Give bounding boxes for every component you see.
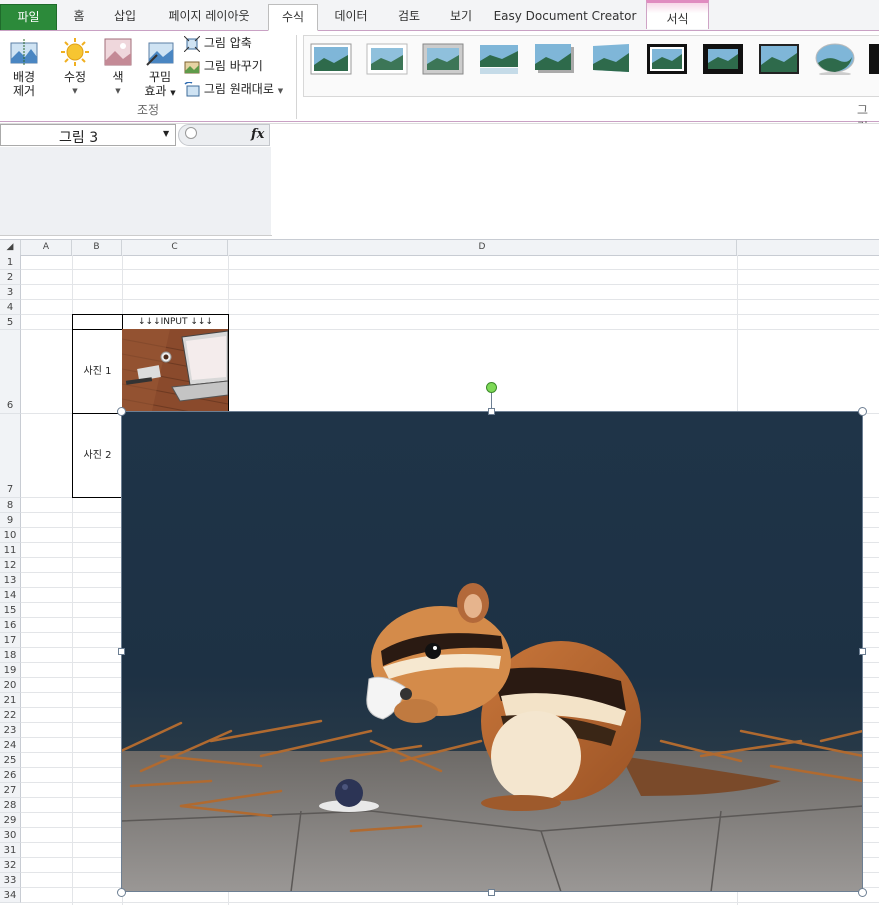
resize-handle-left[interactable] <box>118 648 125 655</box>
tab-insert[interactable]: 삽입 <box>104 4 146 29</box>
reset-picture-button[interactable]: 그림 원래대로 ▼ <box>184 79 283 99</box>
ribbon-tab-bar: 파일 홈 삽입 페이지 레이아웃 수식 데이터 검토 보기 Easy Docum… <box>0 0 879 31</box>
column-header-c[interactable]: C <box>122 240 228 255</box>
chevron-down-icon[interactable]: ▼ <box>163 129 169 138</box>
picture-style-perspective[interactable] <box>590 43 632 75</box>
column-header-a[interactable]: A <box>21 240 72 255</box>
picture-selection-frame <box>121 411 863 892</box>
picture-style-beveled[interactable] <box>422 43 464 75</box>
column-header-d[interactable]: D <box>228 240 737 255</box>
tab-formulas[interactable]: 수식 <box>268 4 318 31</box>
name-box-dropdown-area <box>0 147 272 236</box>
tab-view[interactable]: 보기 <box>440 4 482 29</box>
tab-data[interactable]: 데이터 <box>326 4 376 29</box>
tab-home[interactable]: 홈 <box>62 4 96 29</box>
picture-style-oval[interactable] <box>814 43 856 75</box>
name-box[interactable]: 그림 3 ▼ <box>0 124 176 146</box>
resize-handle-bottom-right[interactable] <box>858 888 867 897</box>
picture-style-shadow[interactable] <box>534 43 576 75</box>
resize-handle-top-right[interactable] <box>858 407 867 416</box>
compress-icon <box>183 35 201 52</box>
corrections-button[interactable]: 수정 ▼ <box>54 37 96 98</box>
column-header-b[interactable]: B <box>72 240 122 255</box>
tab-file[interactable]: 파일 <box>0 4 57 30</box>
change-picture-icon <box>184 61 200 73</box>
column-header-bar: ◢ A B C D <box>0 239 879 256</box>
resize-handle-bottom[interactable] <box>488 889 495 896</box>
resize-handle-top-left[interactable] <box>117 407 126 416</box>
adjust-group-label: 조정 <box>137 103 160 117</box>
remove-background-button[interactable]: 배경 제거 <box>4 37 44 98</box>
remove-background-label-line1: 배경 <box>12 70 36 84</box>
artistic-effects-icon <box>146 42 174 66</box>
picture-style-black-frame[interactable] <box>646 43 688 75</box>
picture-style-simple-frame[interactable] <box>310 43 352 75</box>
reset-picture-icon <box>184 81 200 96</box>
tab-review[interactable]: 검토 <box>386 4 432 29</box>
resize-handle-top[interactable] <box>488 408 495 415</box>
reset-picture-label: 그림 원래대로 <box>203 82 274 96</box>
chevron-down-icon: ▼ <box>115 87 121 95</box>
change-picture-label: 그림 바꾸기 <box>203 59 263 73</box>
compress-pictures-button[interactable]: 그림 압축 <box>183 33 252 53</box>
expand-handle-icon[interactable] <box>185 127 197 139</box>
chevron-down-icon: ▼ <box>277 87 284 95</box>
change-picture-button[interactable]: 그림 바꾸기 <box>184 56 263 76</box>
remove-background-icon <box>10 39 38 66</box>
picture-style-more[interactable] <box>868 43 879 75</box>
formula-bar-buttons: fx <box>178 124 270 146</box>
picture-style-thick-black[interactable] <box>702 43 744 75</box>
resize-handle-bottom-left[interactable] <box>117 888 126 897</box>
photo-1-laptop-image[interactable] <box>122 329 228 411</box>
compress-label: 그림 압축 <box>203 36 252 50</box>
group-separator <box>296 35 297 119</box>
color-label: 색 <box>112 70 124 84</box>
picture-style-soft-edge[interactable] <box>366 43 408 75</box>
chevron-down-icon: ▼ <box>72 87 78 95</box>
formula-input[interactable] <box>271 124 879 235</box>
artistic-effects-label-line2: 효과 ▼ <box>144 84 176 98</box>
corrections-label: 수정 <box>63 70 87 84</box>
column-header-e[interactable] <box>737 240 879 255</box>
tab-easy-document-creator[interactable]: Easy Document Creator <box>492 4 638 29</box>
tab-format[interactable]: 서식 <box>646 0 709 29</box>
picture-style-reflected[interactable] <box>478 43 520 75</box>
insert-function-icon[interactable]: fx <box>251 127 264 142</box>
rotate-handle[interactable] <box>486 382 497 393</box>
color-button[interactable]: 색 ▼ <box>100 37 136 98</box>
select-all-corner[interactable]: ◢ <box>0 240 21 255</box>
name-box-value: 그림 3 <box>59 130 99 146</box>
resize-handle-right[interactable] <box>859 648 866 655</box>
artistic-effects-button[interactable]: 꾸밈 효과 ▼ <box>140 37 180 100</box>
tab-page-layout[interactable]: 페이지 레이아웃 <box>156 4 262 29</box>
remove-background-label-line2: 제거 <box>12 84 36 98</box>
color-icon <box>104 38 132 66</box>
picture-style-thin-black[interactable] <box>758 43 800 75</box>
artistic-effects-label-line1: 꾸밈 <box>148 70 172 84</box>
sun-icon <box>61 38 89 66</box>
ribbon: 배경 제거 수정 ▼ 색 ▼ 꾸밈 효과 ▼ 그림 압축 그림 바꾸기 그림 원… <box>0 31 879 134</box>
